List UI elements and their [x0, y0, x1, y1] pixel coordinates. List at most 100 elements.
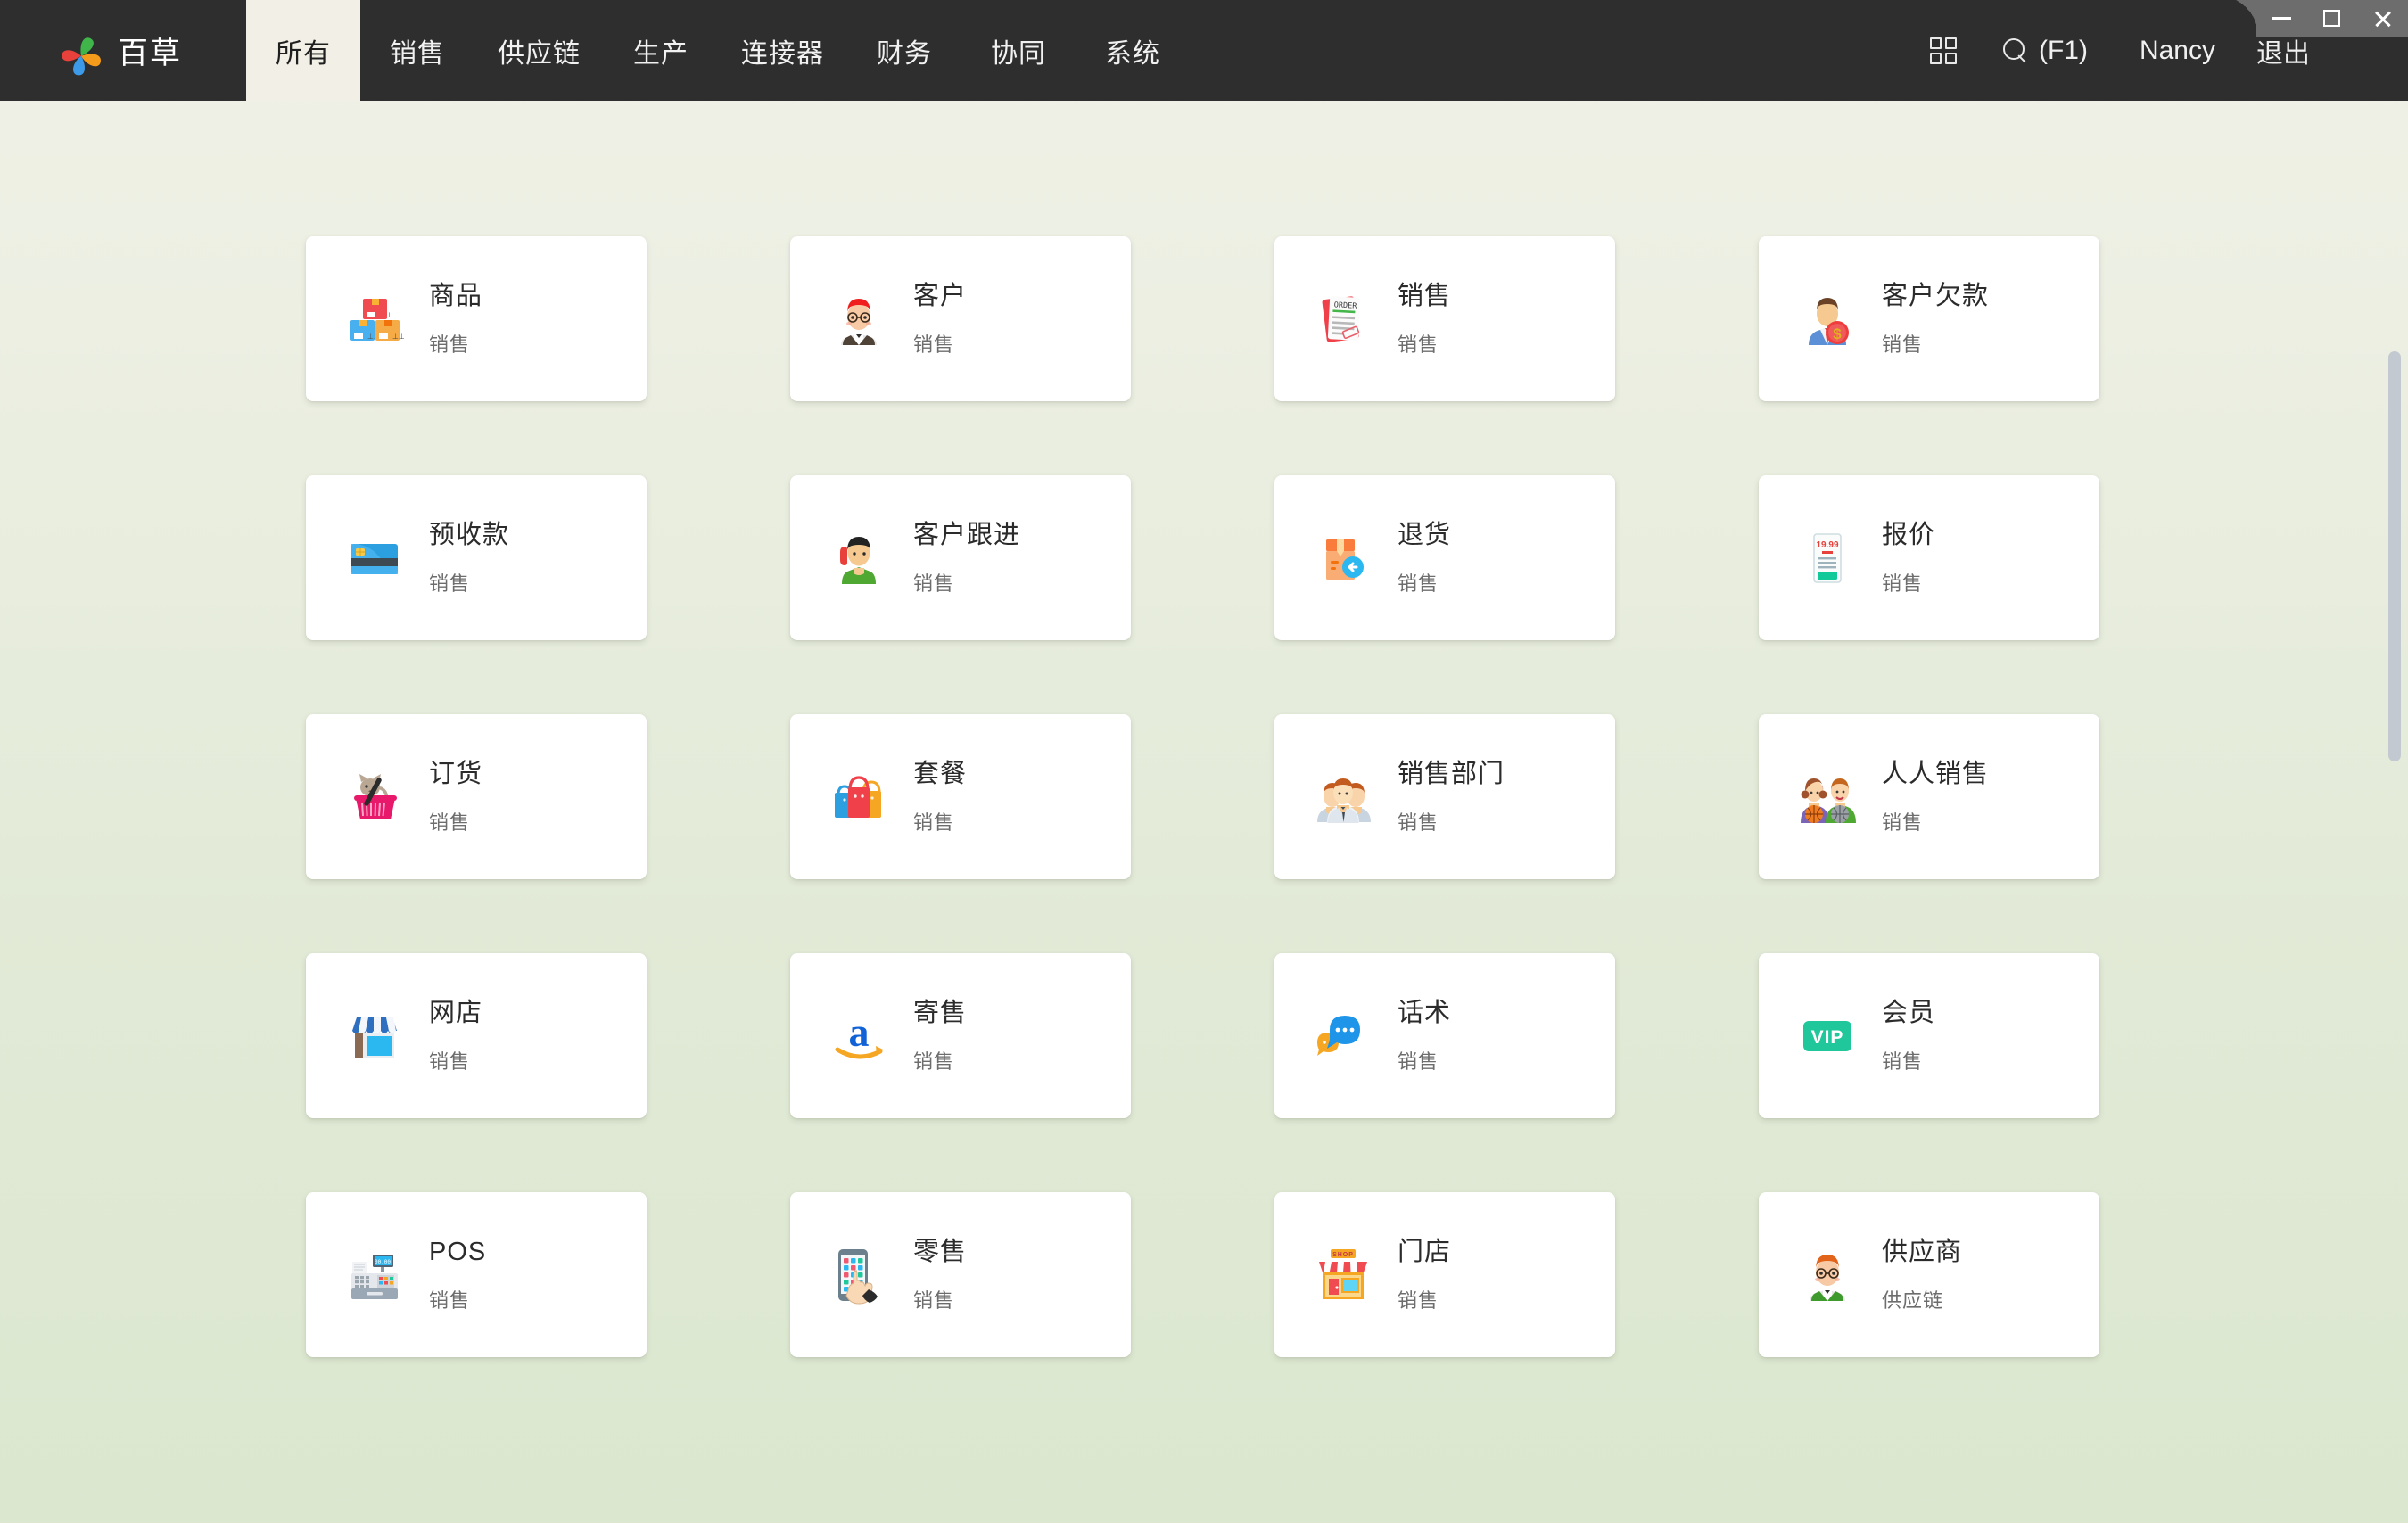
svg-text:$: $ [1833, 325, 1842, 342]
card-title: 零售 [913, 1237, 968, 1266]
shop-sign-text: SHOP [1332, 1252, 1354, 1258]
card-title: POS [429, 1237, 487, 1266]
tab-collaboration[interactable]: 协同 [961, 0, 1076, 101]
vip-badge-icon: VIP [1798, 1007, 1857, 1066]
card-category: 销售 [1882, 333, 1924, 356]
card-category: 供应链 [1882, 1288, 1944, 1312]
tab-production[interactable]: 生产 [604, 0, 718, 101]
app-card-customer-followup[interactable]: 客户跟进 销售 [790, 475, 1131, 640]
minimize-button[interactable] [2262, 0, 2301, 37]
card-title: 客户 [913, 281, 968, 310]
card-category: 销售 [1398, 1288, 1439, 1312]
return-box-arrow-icon [1314, 529, 1373, 588]
brand-area: 百草 [0, 0, 246, 101]
close-button[interactable] [2363, 0, 2403, 37]
search-button[interactable]: (F1) [1980, 0, 2111, 101]
businessman-dollar-icon: $ [1798, 290, 1857, 349]
vertical-scrollbar-track[interactable] [2387, 101, 2405, 1523]
shop-storefront-icon: SHOP [1314, 1246, 1373, 1305]
app-card-customer-debt[interactable]: $ 客户欠款 销售 [1759, 236, 2099, 401]
app-card-online-store[interactable]: 网店 销售 [306, 953, 647, 1118]
card-title: 网店 [429, 998, 483, 1027]
card-category: 销售 [1398, 572, 1439, 595]
card-category: 销售 [1882, 811, 1924, 834]
tab-all[interactable]: 所有 [246, 0, 360, 101]
app-card-sales-department[interactable]: 销售部门 销售 [1274, 714, 1615, 879]
app-card-customers[interactable]: 客户 销售 [790, 236, 1131, 401]
chat-bubbles-icon [1314, 1007, 1373, 1066]
maximize-button[interactable] [2313, 0, 2352, 37]
card-category: 销售 [429, 811, 471, 834]
svg-text:⊥⊥: ⊥⊥ [380, 311, 392, 319]
card-category: 销售 [429, 1050, 471, 1073]
app-card-consignment[interactable]: a 寄售 销售 [790, 953, 1131, 1118]
vip-badge-text: VIP [1811, 1027, 1844, 1048]
svg-text:00.00: 00.00 [375, 1259, 391, 1265]
nav-tabs: 所有 销售 供应链 生产 连接器 财务 协同 系统 [246, 0, 1190, 101]
card-category: 销售 [913, 1288, 955, 1312]
tab-supply-chain[interactable]: 供应链 [474, 0, 604, 101]
tab-finance[interactable]: 财务 [847, 0, 961, 101]
app-card-store[interactable]: SHOP 门店 销售 [1274, 1192, 1615, 1357]
card-title: 话术 [1398, 998, 1452, 1027]
boxes-icon: ⊥⊥ ⊥⊥ ⊥⊥ [345, 290, 404, 349]
card-category: 销售 [913, 811, 955, 834]
cash-register-icon: 00.00 [345, 1246, 404, 1305]
card-category: 销售 [429, 1288, 471, 1312]
vertical-scrollbar-thumb[interactable] [2388, 351, 2401, 762]
svg-text:ORDER: ORDER [1333, 300, 1357, 310]
card-category: 销售 [913, 572, 955, 595]
cat-in-basket-icon [345, 768, 404, 827]
card-title: 门店 [1398, 1237, 1452, 1266]
app-card-sales-script[interactable]: 话术 销售 [1274, 953, 1615, 1118]
app-card-ordering[interactable]: 订货 销售 [306, 714, 647, 879]
customer-person-icon [829, 290, 888, 349]
app-card-quotation[interactable]: 19.99 报价 销售 [1759, 475, 2099, 640]
card-category: 销售 [1882, 1050, 1924, 1073]
card-title: 销售部门 [1398, 759, 1505, 788]
tab-sales[interactable]: 销售 [360, 0, 474, 101]
price-tag-icon: 19.99 [1798, 529, 1857, 588]
tab-system[interactable]: 系统 [1076, 0, 1190, 101]
shopping-bags-icon [829, 768, 888, 827]
order-document-icon: ORDER [1314, 290, 1373, 349]
credit-card-icon [345, 529, 404, 588]
card-title: 预收款 [429, 520, 510, 549]
person-phone-call-icon [829, 529, 888, 588]
svg-text:a: a [849, 1009, 870, 1055]
phone-tap-icon [829, 1246, 888, 1305]
card-title: 供应商 [1882, 1237, 1963, 1266]
tab-connector[interactable]: 连接器 [718, 0, 847, 101]
card-title: 商品 [429, 281, 483, 310]
app-card-sales-order[interactable]: ORDER 销售 销售 [1274, 236, 1615, 401]
supplier-person-icon [1798, 1246, 1857, 1305]
card-title: 销售 [1398, 281, 1452, 310]
app-card-pos[interactable]: 00.00 POS 销售 [306, 1192, 647, 1357]
card-category: 销售 [913, 333, 955, 356]
grid-view-icon[interactable] [1907, 0, 1980, 101]
app-card-combo[interactable]: 套餐 销售 [790, 714, 1131, 879]
card-category: 销售 [1398, 1050, 1439, 1073]
card-title: 寄售 [913, 998, 968, 1027]
card-title: 客户欠款 [1882, 281, 1990, 310]
window-controls [2256, 0, 2408, 37]
online-store-icon [345, 1007, 404, 1066]
app-card-products[interactable]: ⊥⊥ ⊥⊥ ⊥⊥ 商品 销售 [306, 236, 647, 401]
card-title: 人人销售 [1882, 759, 1990, 788]
card-category: 销售 [429, 333, 471, 356]
brand-name: 百草 [118, 37, 182, 70]
search-shortcut-label: (F1) [2038, 35, 2088, 65]
app-card-everyone-sells[interactable]: 人人销售 销售 [1759, 714, 2099, 879]
app-card-membership[interactable]: VIP 会员 销售 [1759, 953, 2099, 1118]
people-group-icon [1314, 768, 1373, 827]
amazon-a-icon: a [829, 1007, 888, 1066]
card-title: 套餐 [913, 759, 968, 788]
app-card-returns[interactable]: 退货 销售 [1274, 475, 1615, 640]
card-title: 会员 [1882, 998, 1936, 1027]
card-category: 销售 [913, 1050, 955, 1073]
price-tag-value: 19.99 [1816, 540, 1838, 550]
app-card-retail[interactable]: 零售 销售 [790, 1192, 1131, 1357]
pinwheel-logo-icon [52, 28, 101, 75]
app-card-advance-payment[interactable]: 预收款 销售 [306, 475, 647, 640]
app-card-supplier[interactable]: 供应商 供应链 [1759, 1192, 2099, 1357]
